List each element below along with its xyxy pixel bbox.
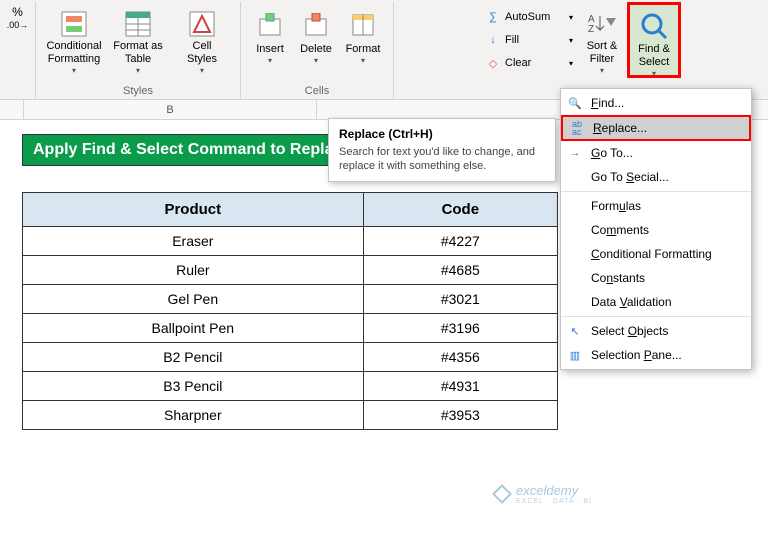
goto-icon: → [565, 145, 585, 161]
tooltip-title: Replace (Ctrl+H) [339, 127, 545, 141]
chevron-down-icon: ▾ [569, 13, 573, 22]
cells-group-label: Cells [247, 83, 387, 99]
menu-comments[interactable]: Comments [561, 218, 751, 242]
chevron-down-icon: ▾ [136, 66, 140, 75]
format-as-table-icon [122, 9, 154, 38]
menu-formulas[interactable]: Formulas [561, 194, 751, 218]
cell-code[interactable]: #3953 [363, 401, 557, 430]
fill-button[interactable]: ↓ Fill ▾ [481, 29, 577, 51]
menu-goto-special[interactable]: Go To Secial... [561, 165, 751, 189]
cell-code[interactable]: #4931 [363, 372, 557, 401]
replace-icon: abac [567, 120, 587, 136]
search-icon: 🔍 [565, 95, 585, 111]
sort-filter-icon: AZ [586, 9, 618, 38]
column-header-b[interactable]: B [24, 100, 317, 119]
sigma-icon: ∑ [485, 11, 501, 23]
cell-product[interactable]: Ballpoint Pen [23, 314, 364, 343]
insert-button[interactable]: Insert ▾ [247, 2, 293, 78]
menu-conditional-formatting[interactable]: Conditional Formatting [561, 242, 751, 266]
table-row[interactable]: Sharpner#3953 [23, 401, 558, 430]
col-code: Code [363, 193, 557, 227]
chevron-down-icon: ▾ [268, 56, 272, 65]
table-row[interactable]: Gel Pen#3021 [23, 285, 558, 314]
watermark: exceldemy EXCEL · DATA · BI [492, 483, 592, 505]
menu-selection-pane[interactable]: ▥ Selection Pane... [561, 343, 751, 367]
table-row[interactable]: Ruler#4685 [23, 256, 558, 285]
delete-button[interactable]: Delete ▾ [293, 2, 339, 78]
col-product: Product [23, 193, 364, 227]
cell-product[interactable]: Gel Pen [23, 285, 364, 314]
cell-product[interactable]: B3 Pencil [23, 372, 364, 401]
chevron-down-icon: ▾ [569, 59, 573, 68]
replace-tooltip: Replace (Ctrl+H) Search for text you'd l… [328, 118, 556, 182]
cell-code[interactable]: #3021 [363, 285, 557, 314]
editing-group: ∑ AutoSum ▾ ↓ Fill ▾ ◇ Clear ▾ AZ [394, 2, 768, 99]
cells-group: Insert ▾ Delete ▾ Format ▾ Cells [241, 2, 394, 99]
sort-filter-button[interactable]: AZ Sort &Filter ▾ [577, 2, 627, 78]
insert-cells-icon [254, 9, 286, 41]
cell-code[interactable]: #4356 [363, 343, 557, 372]
svg-text:Z: Z [588, 24, 594, 35]
table-row[interactable]: B3 Pencil#4931 [23, 372, 558, 401]
cell-product[interactable]: B2 Pencil [23, 343, 364, 372]
find-select-menu: 🔍 Find... abac Replace... → Go To... Go … [560, 88, 752, 370]
menu-constants[interactable]: Constants [561, 266, 751, 290]
chevron-down-icon: ▾ [200, 66, 204, 75]
ribbon: % .00→ ConditionalFormatting ▾ Format as… [0, 0, 768, 100]
menu-replace[interactable]: abac Replace... [561, 115, 751, 141]
delete-cells-icon [300, 9, 332, 41]
clear-button[interactable]: ◇ Clear ▾ [481, 52, 577, 74]
tooltip-body: Search for text you'd like to change, an… [339, 145, 545, 173]
table-row[interactable]: B2 Pencil#4356 [23, 343, 558, 372]
format-cells-icon [347, 9, 379, 41]
styles-group: ConditionalFormatting ▾ Format asTable ▾… [36, 2, 241, 99]
fill-down-icon: ↓ [485, 34, 501, 46]
chevron-down-icon: ▾ [569, 36, 573, 45]
find-select-button[interactable]: Find &Select ▾ [627, 2, 681, 78]
cell-styles-icon [186, 9, 218, 38]
menu-goto[interactable]: → Go To... [561, 141, 751, 165]
eraser-icon: ◇ [485, 57, 501, 69]
chevron-down-icon: ▾ [314, 56, 318, 65]
chevron-down-icon: ▾ [600, 66, 604, 75]
chevron-down-icon: ▾ [652, 69, 656, 78]
cell-product[interactable]: Sharpner [23, 401, 364, 430]
cell-code[interactable]: #4227 [363, 227, 557, 256]
format-button[interactable]: Format ▾ [339, 2, 387, 78]
chevron-down-icon: ▾ [361, 56, 365, 65]
cursor-icon: ↖ [565, 323, 585, 339]
menu-select-objects[interactable]: ↖ Select Objects [561, 319, 751, 343]
cell-styles-button[interactable]: CellStyles ▾ [170, 2, 234, 78]
table-row[interactable]: Eraser#4227 [23, 227, 558, 256]
pane-icon: ▥ [565, 347, 585, 363]
menu-find[interactable]: 🔍 Find... [561, 91, 751, 115]
magnifier-icon [638, 11, 670, 41]
format-as-table-button[interactable]: Format asTable ▾ [106, 2, 170, 78]
autosum-button[interactable]: ∑ AutoSum ▾ [481, 6, 577, 28]
cell-product[interactable]: Eraser [23, 227, 364, 256]
number-group: % .00→ [0, 2, 36, 99]
data-table: Product Code Eraser#4227Ruler#4685Gel Pe… [22, 192, 558, 430]
number-format-icon[interactable]: % [10, 6, 26, 18]
cell-product[interactable]: Ruler [23, 256, 364, 285]
conditional-formatting-icon [58, 9, 90, 38]
cell-code[interactable]: #4685 [363, 256, 557, 285]
styles-group-label: Styles [42, 83, 234, 99]
chevron-down-icon: ▾ [72, 66, 76, 75]
increase-decimal-icon[interactable]: .00→ [10, 19, 26, 31]
conditional-formatting-button[interactable]: ConditionalFormatting ▾ [42, 2, 106, 78]
table-row[interactable]: Ballpoint Pen#3196 [23, 314, 558, 343]
menu-data-validation[interactable]: Data Validation [561, 290, 751, 314]
cell-code[interactable]: #3196 [363, 314, 557, 343]
